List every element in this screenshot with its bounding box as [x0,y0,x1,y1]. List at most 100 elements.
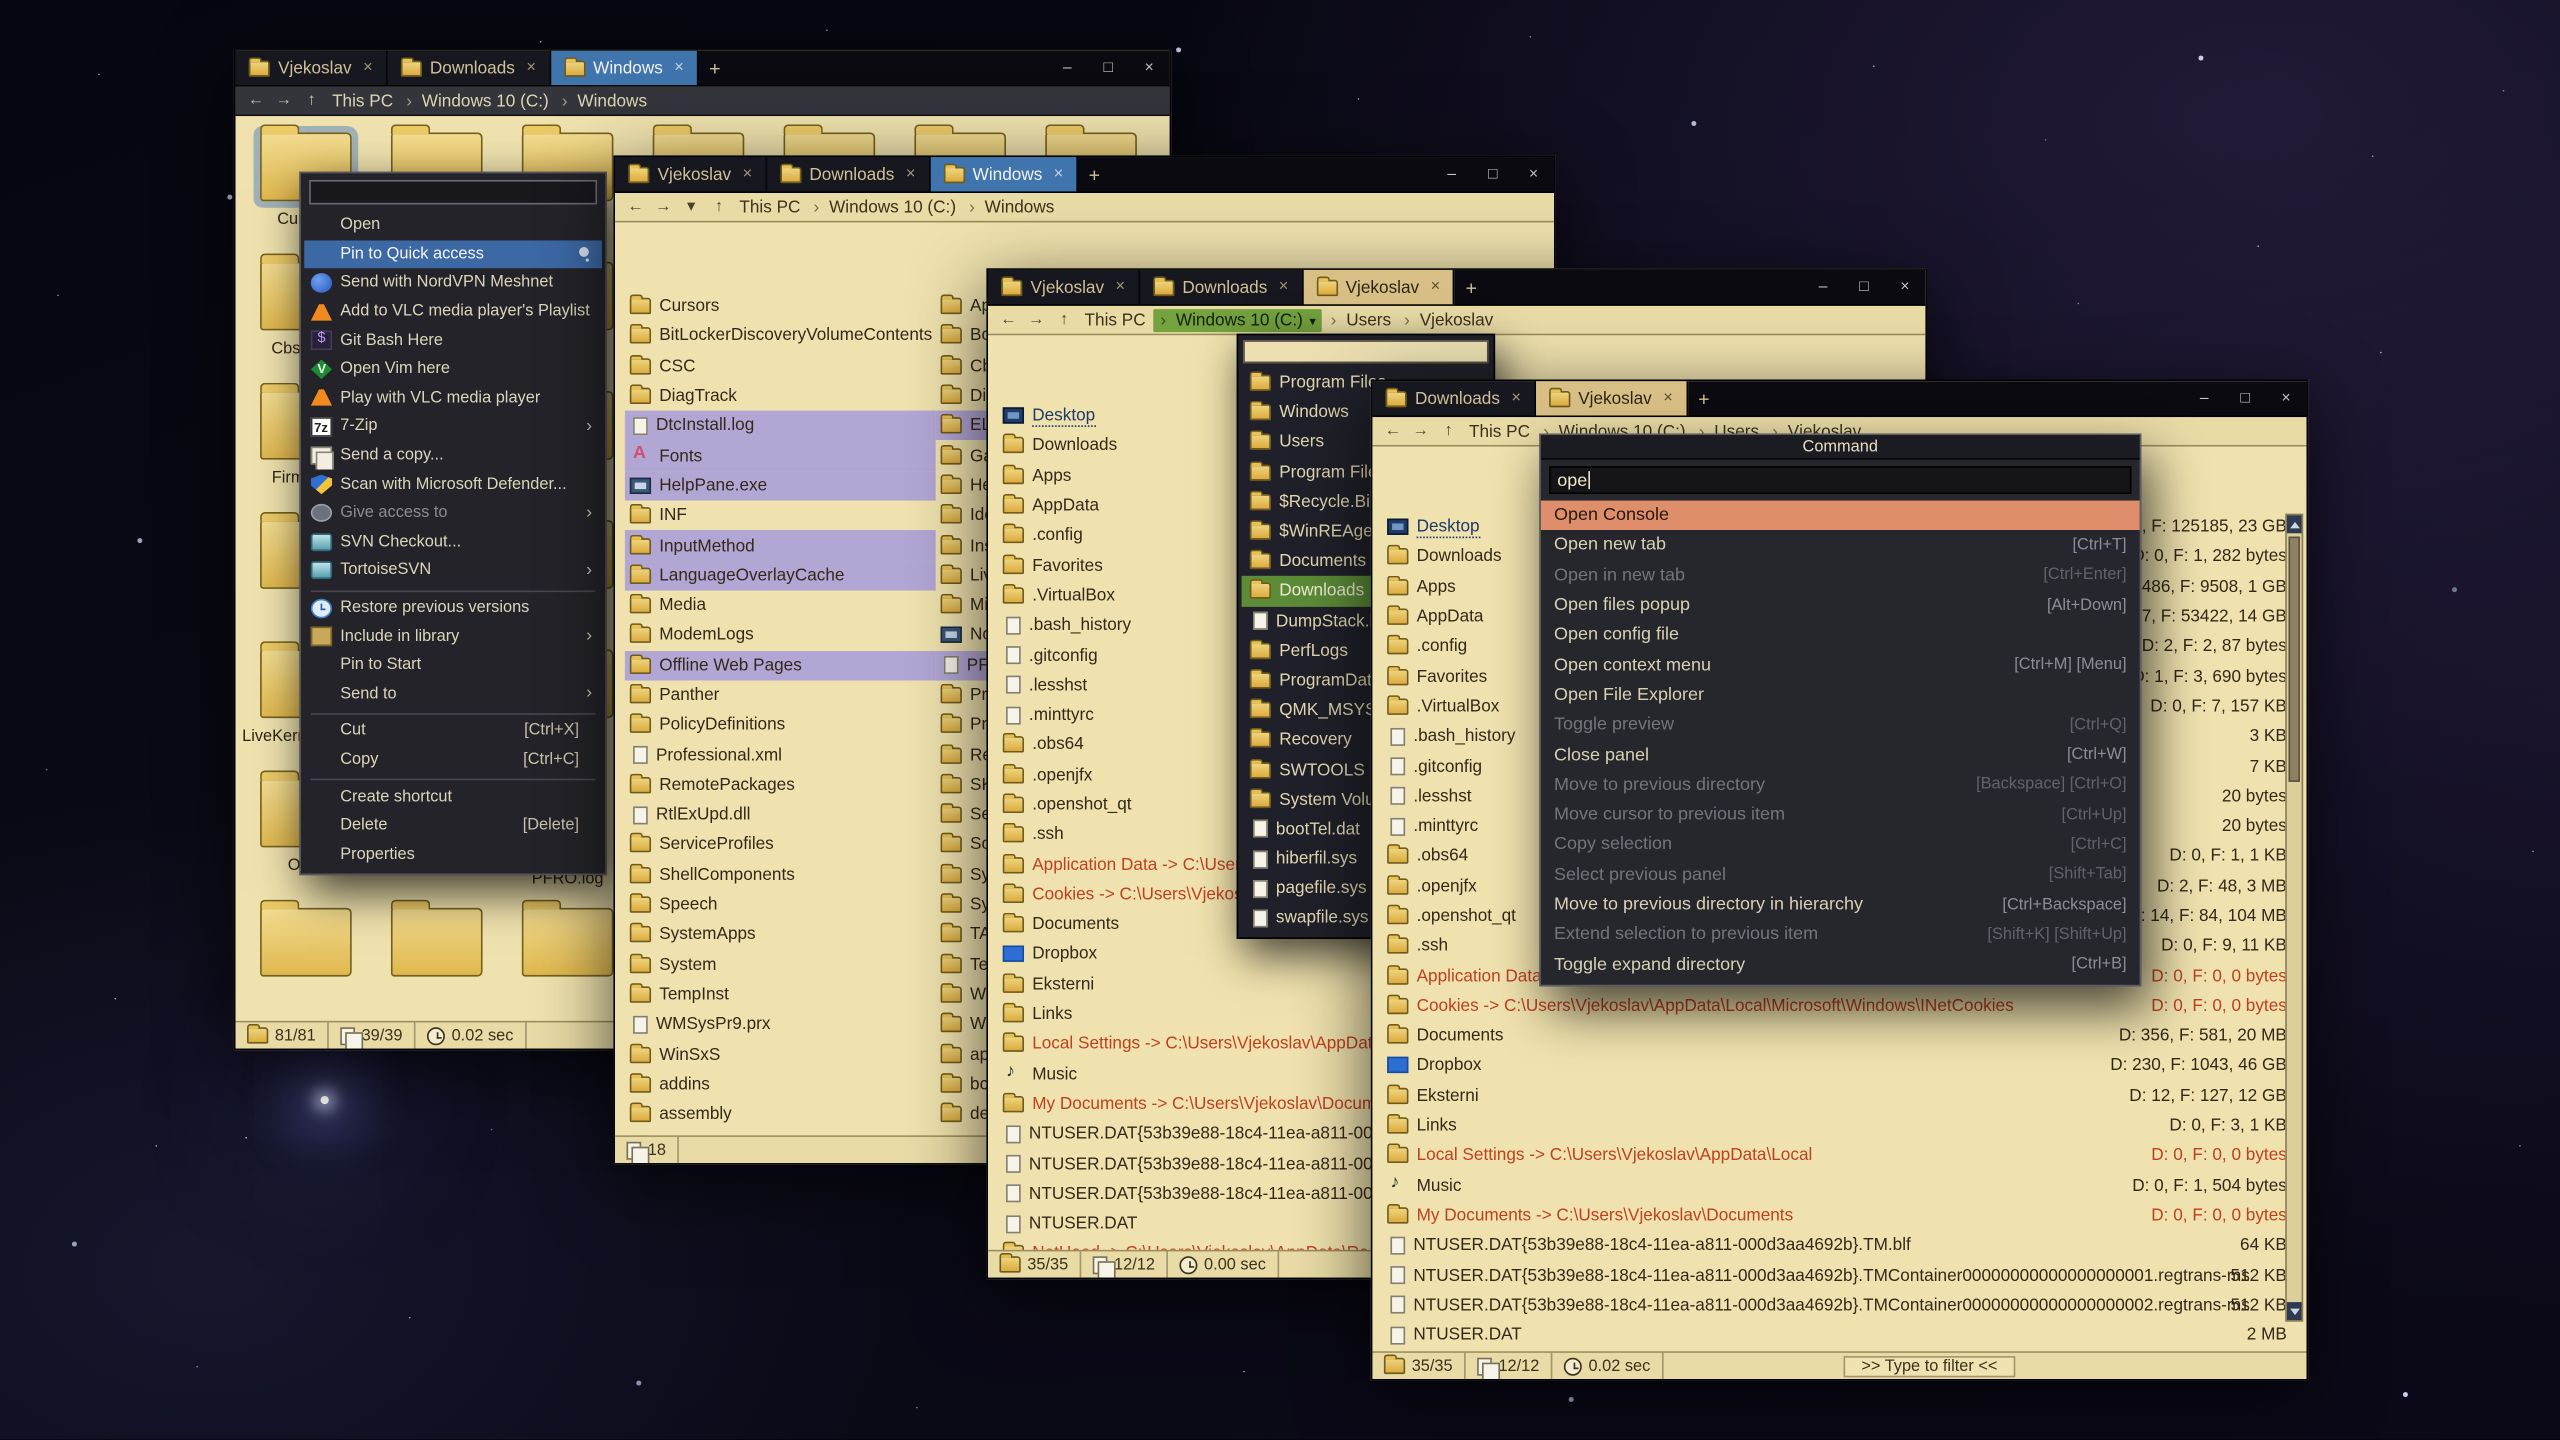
vertical-scrollbar[interactable] [2285,514,2303,1322]
tab[interactable]: Downloads × [387,51,550,85]
context-menu-item[interactable]: TortoiseSVN [304,556,602,585]
palette-command-item[interactable]: Toggle preview [Ctrl+Q] [1541,710,2140,740]
palette-command-item[interactable]: Move to previous directory in hierarchy … [1541,890,2140,920]
palette-command-item[interactable]: Close panel [Ctrl+W] [1541,740,2140,770]
file-row[interactable]: Offline Web Pages [625,650,936,680]
menu-filter-input[interactable] [309,180,597,205]
file-row[interactable]: InputMethod [625,531,936,561]
file-row[interactable]: assembly [625,1099,936,1129]
context-menu-item[interactable]: Copy [Ctrl+C] [304,745,602,774]
back-icon[interactable]: ← [996,311,1021,329]
maximize-button[interactable]: □ [1844,270,1885,304]
tab[interactable]: Windows × [930,157,1078,191]
file-row[interactable]: LanguageOverlayCache [625,561,936,591]
close-button[interactable]: × [2266,381,2307,415]
back-icon[interactable]: ← [623,198,648,216]
tab[interactable]: Vjekoslav × [1536,381,1688,415]
file-row[interactable]: TempInst [625,980,936,1010]
file-row[interactable]: WMSysPr9.prx [625,1009,936,1039]
close-button[interactable]: × [1513,157,1554,191]
file-row[interactable]: NTUSER.DAT{53b39e88-18c4-11ea-a811-000d3… [1382,1260,2287,1290]
context-menu-item[interactable]: 7-Zip [304,412,602,441]
tab-close-icon[interactable]: × [363,59,373,77]
new-tab-button[interactable]: + [1078,157,1111,191]
context-menu-item[interactable] [304,708,602,716]
context-menu-item[interactable]: Send to [304,680,602,709]
file-row[interactable]: bootstat.dat [625,1129,936,1135]
file-row[interactable]: Panther [625,680,936,710]
file-row[interactable]: CSC [625,351,936,381]
file-row[interactable]: addins [625,1069,936,1099]
palette-search-input[interactable]: ope [1549,466,2131,494]
file-row[interactable]: SystemApps [625,920,936,950]
file-row[interactable]: NTUSER.DAT 2 MB [1382,1320,2287,1350]
tab-close-icon[interactable]: × [743,165,753,183]
tab[interactable]: Downloads × [767,157,930,191]
tab-close-icon[interactable]: × [1663,389,1673,407]
palette-command-item[interactable]: Extend selection to previous item [Shift… [1541,920,2140,950]
tab-close-icon[interactable]: × [1054,165,1064,183]
file-row[interactable]: Eksterni D: 12, F: 127, 12 GB [1382,1081,2287,1111]
file-row[interactable]: Dropbox D: 230, F: 1043, 46 GB [1382,1051,2287,1081]
palette-command-item[interactable]: Open new tab [Ctrl+T] [1541,530,2140,560]
new-tab-button[interactable]: + [1687,381,1720,415]
breadcrumb-segment[interactable]: Windows 10 (C:) [809,197,961,217]
context-menu-item[interactable]: Create shortcut [304,782,602,811]
file-row[interactable]: BitLockerDiscoveryVolumeContents [625,321,936,351]
maximize-button[interactable]: □ [1088,51,1129,85]
tab[interactable]: Vjekoslav × [988,270,1140,304]
tab[interactable]: Vjekoslav × [236,51,388,85]
file-row[interactable]: HelpPane.exe [625,471,936,501]
file-row[interactable]: System [625,950,936,980]
dropdown-filter-input[interactable] [1243,340,1488,363]
file-row[interactable]: Documents D: 356, F: 581, 20 MB [1382,1021,2287,1051]
context-menu-item[interactable] [304,774,602,782]
new-tab-button[interactable]: + [699,51,732,85]
context-menu-item[interactable]: Open [304,211,602,240]
context-menu-item[interactable]: Send a copy... [304,441,602,470]
file-row[interactable]: My Documents -> C:\Users\Vjekoslav\Docum… [1382,1200,2287,1230]
context-menu-item[interactable]: Send with NordVPN Meshnet [304,269,602,298]
up-icon[interactable]: ↑ [707,198,732,216]
breadcrumb-segment[interactable]: Vjekoslav [1399,310,1498,330]
file-row[interactable]: RemotePackages [625,770,936,800]
breadcrumb-segment[interactable]: Windows 10 (C:) [1154,308,1323,331]
file-row[interactable]: Professional.xml [625,740,936,770]
back-icon[interactable]: ← [244,92,269,110]
minimize-button[interactable]: – [1047,51,1088,85]
forward-icon[interactable]: → [651,198,676,216]
up-icon[interactable]: ↑ [1052,311,1077,329]
breadcrumb-segment[interactable]: This PC [1464,421,1535,441]
new-tab-button[interactable]: + [1455,270,1488,304]
palette-command-item[interactable]: Select previous panel [Shift+Tab] [1541,860,2140,890]
tab-close-icon[interactable]: × [1279,278,1289,296]
file-row[interactable]: ShellComponents [625,860,936,890]
context-menu-item[interactable]: Scan with Microsoft Defender... [304,470,602,499]
tab-close-icon[interactable]: × [1431,278,1441,296]
file-row[interactable]: NetHood -> C:\Users\Vjekoslav\AppData\Ro… [1382,1350,2287,1351]
context-menu-item[interactable]: Cut [Ctrl+X] [304,717,602,746]
file-row[interactable]: PolicyDefinitions [625,710,936,740]
forward-icon[interactable]: → [1024,311,1049,329]
breadcrumb-segment[interactable]: This PC [327,91,398,111]
tab-close-icon[interactable]: × [526,59,536,77]
file-row[interactable]: ModemLogs [625,620,936,650]
file-row[interactable]: Music D: 0, F: 1, 504 bytes [1382,1170,2287,1200]
context-menu-item[interactable]: Pin to Quick access [304,240,602,269]
grid-item[interactable] [240,896,371,1020]
up-icon[interactable]: ↑ [299,92,324,110]
palette-command-item[interactable]: Move cursor to previous item [Ctrl+Up] [1541,800,2140,830]
context-menu-item[interactable]: Properties [304,840,602,869]
file-row[interactable]: Cursors [625,291,936,321]
breadcrumb-segment[interactable]: This PC [734,197,805,217]
file-row[interactable]: ServiceProfiles [625,830,936,860]
tab[interactable]: Vjekoslav × [1303,270,1455,304]
file-row[interactable]: NTUSER.DAT{53b39e88-18c4-11ea-a811-000d3… [1382,1290,2287,1320]
minimize-button[interactable]: – [1803,270,1844,304]
palette-command-item[interactable]: Open context menu [Ctrl+M] [Menu] [1541,650,2140,680]
palette-command-item[interactable]: Copy selection [Ctrl+C] [1541,830,2140,860]
tab-close-icon[interactable]: × [1511,389,1521,407]
breadcrumb-segment[interactable]: Windows 10 (C:) [401,91,553,111]
context-menu-item[interactable]: Restore previous versions [304,593,602,622]
file-row[interactable]: Links D: 0, F: 3, 1 KB [1382,1111,2287,1141]
